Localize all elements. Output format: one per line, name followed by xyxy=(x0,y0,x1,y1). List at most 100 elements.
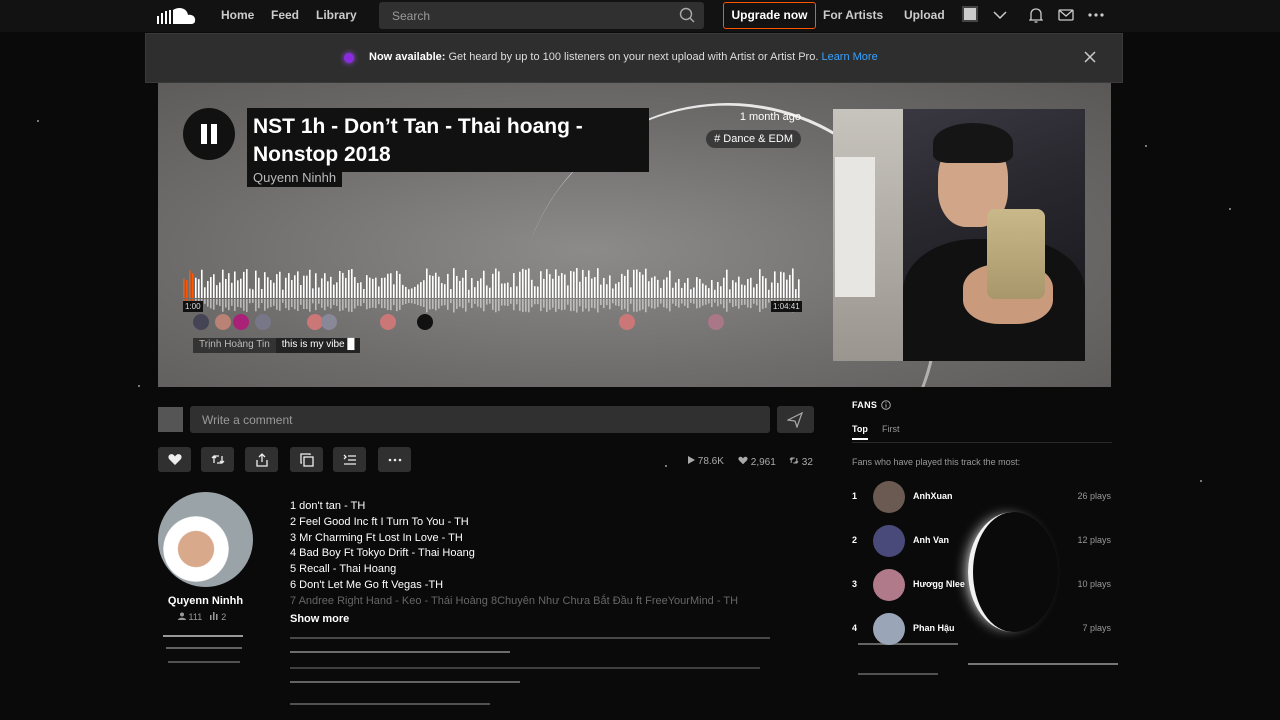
search-icon[interactable] xyxy=(679,7,695,23)
like-button[interactable] xyxy=(158,447,191,472)
waveform-bar-reflection xyxy=(750,299,752,309)
waveform-bar xyxy=(417,284,419,298)
upload-link[interactable]: Upload xyxy=(904,8,945,22)
comment-avatar[interactable] xyxy=(708,314,724,330)
user-avatar[interactable] xyxy=(962,6,978,22)
genre-tag[interactable]: # Dance & EDM xyxy=(706,130,801,148)
cover-art xyxy=(833,109,1085,361)
waveform-bar-reflection xyxy=(444,299,446,306)
track-artist-link[interactable]: Quyenn Ninhh xyxy=(253,170,336,185)
waveform-bar xyxy=(333,284,335,298)
soundcloud-logo-icon[interactable] xyxy=(157,6,197,26)
comment-username[interactable]: Trịnh Hoàng Tin xyxy=(193,338,276,353)
waveform-bar-reflection xyxy=(564,299,566,310)
learn-more-link[interactable]: Learn More xyxy=(821,51,877,63)
comment-avatar[interactable] xyxy=(255,314,271,330)
glitch-line xyxy=(290,667,760,669)
waveform-bar xyxy=(792,268,794,298)
waveform-bar-reflection xyxy=(423,299,425,308)
waveform-bar xyxy=(201,269,203,298)
like-count-value: 2,961 xyxy=(750,457,776,468)
waveform-bar xyxy=(786,279,788,298)
fan-plays: 7 plays xyxy=(1082,623,1111,633)
comment-avatar[interactable] xyxy=(215,314,231,330)
timed-comment-avatars xyxy=(183,313,801,331)
nav-library[interactable]: Library xyxy=(316,8,357,22)
comment-avatar[interactable] xyxy=(321,314,337,330)
tab-top[interactable]: Top xyxy=(852,424,868,440)
fan-name[interactable]: Anh Van xyxy=(913,535,949,545)
uploader-name[interactable]: Quyenn Ninhh xyxy=(158,595,253,607)
timed-comment: Trịnh Hoàng Tin this is my vibe █ xyxy=(193,338,361,353)
waveform-bar xyxy=(558,275,560,298)
waveform-bar-reflection xyxy=(591,299,593,308)
comment-avatar[interactable] xyxy=(233,314,249,330)
waveform-bar xyxy=(186,280,188,298)
waveform-bar xyxy=(270,280,272,298)
upgrade-button[interactable]: Upgrade now xyxy=(723,2,816,29)
add-to-queue-button[interactable] xyxy=(333,447,366,472)
waveform-bar-reflection xyxy=(597,299,599,313)
promo-banner: Now available: Get heard by up to 100 li… xyxy=(145,33,1123,83)
uploader-avatar[interactable] xyxy=(158,492,253,587)
waveform[interactable] xyxy=(183,258,801,313)
mail-icon[interactable] xyxy=(1058,9,1074,21)
pause-button[interactable] xyxy=(183,108,235,160)
waveform-bar xyxy=(303,275,305,298)
posted-date: 1 month ago xyxy=(739,111,801,123)
comment-avatar[interactable] xyxy=(619,314,635,330)
waveform-bar-reflection xyxy=(261,299,263,304)
for-artists-link[interactable]: For Artists xyxy=(823,8,883,22)
nav-home[interactable]: Home xyxy=(221,8,254,22)
comment-input[interactable] xyxy=(190,406,770,433)
close-icon[interactable] xyxy=(1083,50,1097,64)
waveform-bar xyxy=(408,289,410,298)
waveform-bar xyxy=(678,278,680,298)
more-actions-button[interactable] xyxy=(378,447,411,472)
waveform-bar-reflection xyxy=(747,299,749,308)
fan-avatar[interactable] xyxy=(873,569,905,601)
waveform-bar xyxy=(414,286,416,298)
waveform-bar-reflection xyxy=(540,299,542,312)
waveform-bar-reflection xyxy=(252,299,254,303)
waveform-bar-reflection xyxy=(681,299,683,304)
star xyxy=(37,120,39,122)
comment-avatar[interactable] xyxy=(193,314,209,330)
chevron-down-icon[interactable] xyxy=(993,10,1007,20)
waveform-bar-reflection xyxy=(471,299,473,308)
fan-name[interactable]: Phan Hậu xyxy=(913,623,955,633)
waveform-bar xyxy=(660,287,662,298)
fan-name[interactable]: Hươgg Nlee xyxy=(913,579,965,589)
copy-link-button[interactable] xyxy=(290,447,323,472)
more-icon[interactable] xyxy=(1088,13,1104,17)
repost-button[interactable] xyxy=(201,447,234,472)
waveform-bar xyxy=(234,271,236,298)
waveform-bar-reflection xyxy=(558,299,560,309)
fan-row[interactable]: 1 AnhXuan 26 plays xyxy=(852,481,1112,513)
waveform-bar xyxy=(378,286,380,298)
bell-icon[interactable] xyxy=(1029,7,1043,23)
waveform-bar xyxy=(783,272,785,298)
share-button[interactable] xyxy=(245,447,278,472)
fan-avatar[interactable] xyxy=(873,525,905,557)
fan-row[interactable]: 4 Phan Hậu 7 plays xyxy=(852,613,1112,645)
tab-first[interactable]: First xyxy=(882,424,900,434)
waveform-bar xyxy=(552,278,554,298)
search-input[interactable] xyxy=(379,2,669,30)
fan-avatar[interactable] xyxy=(873,481,905,513)
waveform-bar-reflection xyxy=(675,299,677,306)
waveform-bar-reflection xyxy=(243,299,245,311)
send-comment-button[interactable] xyxy=(777,406,814,433)
nav-feed[interactable]: Feed xyxy=(271,8,299,22)
info-icon[interactable] xyxy=(881,400,891,410)
comment-avatar[interactable] xyxy=(380,314,396,330)
comment-avatar[interactable] xyxy=(417,314,433,330)
waveform-bar xyxy=(582,269,584,298)
waveform-bar xyxy=(720,286,722,298)
fan-name[interactable]: AnhXuan xyxy=(913,491,953,501)
fan-avatar[interactable] xyxy=(873,613,905,645)
waveform-bar xyxy=(318,287,320,298)
show-more-button[interactable]: Show more xyxy=(290,613,349,625)
waveform-bar xyxy=(411,288,413,298)
waveform-bar-reflection xyxy=(204,299,206,304)
